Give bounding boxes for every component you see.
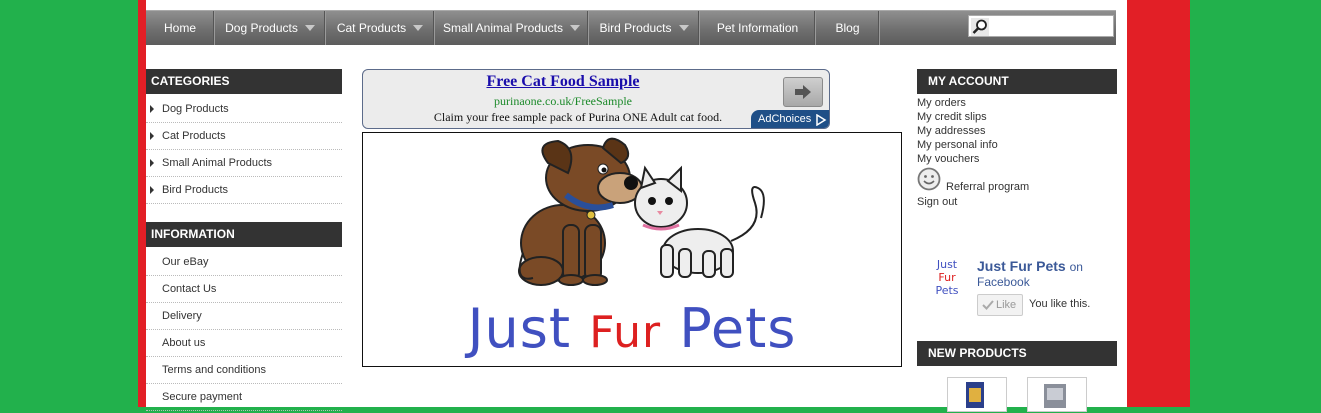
dropdown-arrow-icon bbox=[570, 25, 581, 31]
my-addresses-link[interactable]: My addresses bbox=[917, 124, 998, 138]
category-item-dog[interactable]: Dog Products bbox=[146, 96, 342, 123]
category-item-bird[interactable]: Bird Products bbox=[146, 177, 342, 204]
ad-url[interactable]: purinaone.co.uk/FreeSample bbox=[363, 94, 763, 109]
nav-bird-products-label: Bird Products bbox=[599, 21, 672, 35]
nav-small-animal-products[interactable]: Small Animal Products bbox=[435, 11, 589, 45]
info-label: Delivery bbox=[162, 310, 202, 322]
facebook-page-name-row: Just Fur Pets on bbox=[977, 258, 1083, 274]
main-nav: Home Dog Products Cat Products Small Ani… bbox=[146, 10, 1116, 45]
facebook-on-text: on bbox=[1069, 260, 1083, 274]
ad-text: Claim your free sample pack of Purina ON… bbox=[433, 110, 723, 124]
my-vouchers-link[interactable]: My vouchers bbox=[917, 152, 998, 166]
categories-list: Dog Products Cat Products Small Animal P… bbox=[146, 96, 342, 204]
product-image bbox=[966, 382, 984, 408]
logo-line-pets: Pets bbox=[935, 284, 959, 297]
ad-banner[interactable]: Free Cat Food Sample purinaone.co.uk/Fre… bbox=[362, 69, 830, 129]
smiley-icon bbox=[917, 167, 941, 191]
category-label: Small Animal Products bbox=[162, 157, 273, 169]
facebook-page-logo[interactable]: Just Fur Pets bbox=[925, 258, 969, 302]
banner-brand-text: Just Fur Pets bbox=[363, 297, 901, 360]
info-item-contact[interactable]: Contact Us bbox=[146, 276, 342, 303]
info-label: Our eBay bbox=[162, 256, 209, 268]
checkmark-icon bbox=[982, 300, 994, 310]
category-item-small-animal[interactable]: Small Animal Products bbox=[146, 150, 342, 177]
brand-word-fur: Fur bbox=[589, 307, 662, 358]
logo-line-just: Just bbox=[936, 258, 958, 271]
facebook-page-name-link[interactable]: Just Fur Pets bbox=[977, 258, 1066, 274]
site-banner[interactable]: Just Fur Pets bbox=[362, 132, 902, 367]
category-item-cat[interactable]: Cat Products bbox=[146, 123, 342, 150]
categories-title: CATEGORIES bbox=[146, 69, 342, 94]
dropdown-arrow-icon bbox=[304, 25, 315, 31]
nav-pet-information[interactable]: Pet Information bbox=[700, 11, 816, 45]
ad-go-button[interactable] bbox=[783, 77, 823, 107]
arrow-right-icon bbox=[150, 105, 154, 113]
adchoices-icon bbox=[816, 114, 827, 126]
nav-blog-label: Blog bbox=[835, 21, 860, 35]
dog-and-cat-illustration bbox=[518, 137, 765, 286]
my-account-title: MY ACCOUNT bbox=[917, 69, 1117, 94]
info-item-about[interactable]: About us bbox=[146, 330, 342, 357]
new-products-title: NEW PRODUCTS bbox=[917, 341, 1117, 366]
nav-bird-products[interactable]: Bird Products bbox=[589, 11, 700, 45]
product-image bbox=[1044, 384, 1066, 408]
info-item-ebay[interactable]: Our eBay bbox=[146, 249, 342, 276]
info-label: Terms and conditions bbox=[162, 364, 266, 376]
my-orders-link[interactable]: My orders bbox=[917, 96, 998, 110]
adchoices-button[interactable]: AdChoices bbox=[751, 110, 829, 128]
account-links: My orders My credit slips My addresses M… bbox=[917, 96, 1029, 209]
search-icon[interactable] bbox=[971, 18, 989, 36]
search-input[interactable] bbox=[989, 16, 1115, 38]
nav-blog[interactable]: Blog bbox=[816, 11, 880, 45]
logo-line-fur: Fur bbox=[938, 271, 956, 284]
referral-program-link[interactable]: Referral program bbox=[946, 180, 1029, 194]
nav-dog-products[interactable]: Dog Products bbox=[215, 11, 326, 45]
nav-pet-information-label: Pet Information bbox=[716, 21, 799, 35]
facebook-like-button[interactable]: Like bbox=[977, 294, 1023, 316]
nav-cat-products[interactable]: Cat Products bbox=[326, 11, 435, 45]
arrow-right-icon bbox=[150, 132, 154, 140]
category-label: Bird Products bbox=[162, 184, 229, 196]
dropdown-arrow-icon bbox=[413, 25, 424, 31]
search-box[interactable] bbox=[968, 15, 1115, 38]
adchoices-label: AdChoices bbox=[758, 113, 812, 125]
info-item-terms[interactable]: Terms and conditions bbox=[146, 357, 342, 384]
information-title: INFORMATION bbox=[146, 222, 342, 247]
info-label: About us bbox=[162, 337, 206, 349]
like-label: Like bbox=[996, 299, 1017, 311]
sign-out-link[interactable]: Sign out bbox=[917, 195, 998, 209]
dropdown-arrow-icon bbox=[678, 25, 689, 31]
my-personal-info-link[interactable]: My personal info bbox=[917, 138, 998, 152]
nav-home[interactable]: Home bbox=[146, 11, 215, 45]
arrow-right-icon bbox=[150, 186, 154, 194]
arrow-right-icon bbox=[795, 85, 811, 99]
category-label: Dog Products bbox=[162, 103, 229, 115]
information-list: Our eBay Contact Us Delivery About us Te… bbox=[146, 249, 342, 411]
page: Home Dog Products Cat Products Small Ani… bbox=[146, 0, 1127, 412]
nav-dog-products-label: Dog Products bbox=[225, 21, 298, 35]
referral-program-row[interactable]: Referral program bbox=[917, 166, 1029, 195]
info-item-delivery[interactable]: Delivery bbox=[146, 303, 342, 330]
nav-cat-products-label: Cat Products bbox=[336, 21, 407, 35]
nav-home-label: Home bbox=[163, 21, 196, 35]
info-label: Contact Us bbox=[162, 283, 217, 295]
ad-title-link[interactable]: Free Cat Food Sample bbox=[363, 73, 763, 91]
facebook-widget: Just Fur Pets Just Fur Pets on Facebook … bbox=[925, 256, 1115, 326]
you-like-this-text: You like this. bbox=[1029, 298, 1091, 310]
brand-word-just: Just bbox=[467, 297, 572, 360]
info-label: Secure payment bbox=[162, 391, 243, 403]
brand-word-pets: Pets bbox=[679, 297, 797, 360]
nav-small-animal-label: Small Animal Products bbox=[442, 21, 564, 35]
category-label: Cat Products bbox=[162, 130, 226, 142]
my-credit-slips-link[interactable]: My credit slips bbox=[917, 110, 998, 124]
facebook-link[interactable]: Facebook bbox=[977, 275, 1030, 289]
arrow-right-icon bbox=[150, 159, 154, 167]
